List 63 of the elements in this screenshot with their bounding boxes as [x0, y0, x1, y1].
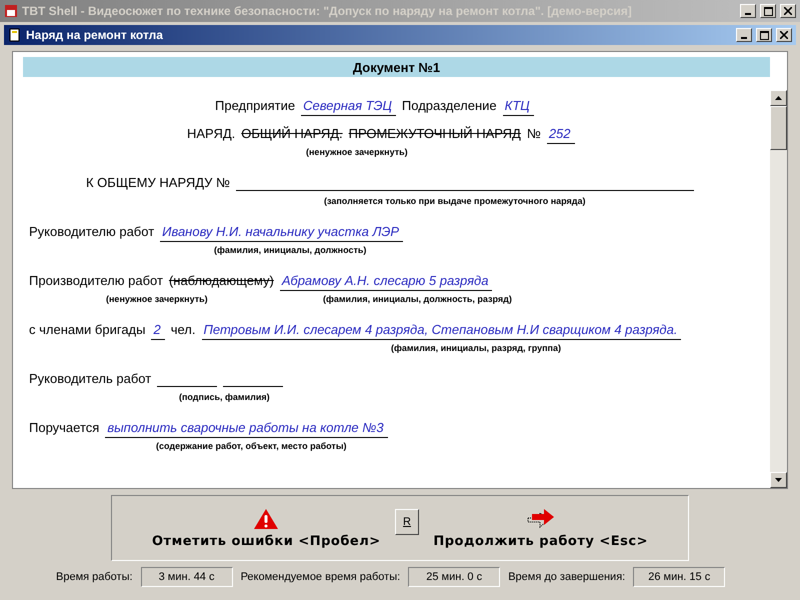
scroll-thumb[interactable] [770, 106, 787, 150]
document-title: Документ №1 [23, 57, 770, 77]
maximize-icon [764, 6, 772, 16]
warning-icon [253, 508, 280, 530]
field-hint: (содержание работ, объект, место работы) [156, 441, 347, 451]
status-value: 25 мин. 0 с [408, 567, 500, 587]
fill-in-line [157, 386, 218, 387]
status-label: Рекомендуемое время работы: [240, 571, 400, 583]
close-icon [784, 7, 792, 15]
filled-value: Петровым И.И. слесарем 4 разряда, Степановым Н.И сварщиком 4 разряда. [202, 322, 682, 340]
vertical-scrollbar[interactable] [770, 90, 787, 488]
field-hint: (фамилия, инициалы, должность) [214, 245, 366, 255]
status-value: 3 мин. 44 с [140, 567, 233, 587]
arrow-icon [526, 508, 556, 530]
child-window-title: Наряд на ремонт котла [26, 28, 164, 42]
struck-text: (наблюдающему) [168, 273, 274, 290]
form-label: Предприятие [215, 98, 296, 115]
form-label: Руководителю работ [29, 224, 154, 241]
form-label: чел. [170, 322, 196, 339]
field-hint: (фамилия, инициалы, разряд, группа) [391, 343, 561, 353]
minimize-button[interactable] [736, 28, 752, 42]
filled-value: КТЦ [502, 98, 534, 116]
r-button[interactable]: R [395, 509, 420, 535]
struck-text: ОБЩИЙ НАРЯД. [241, 126, 343, 143]
filled-value: Иванову Н.И. начальнику участка ЛЭР [160, 224, 404, 242]
mark-errors-button[interactable]: Отметить ошибки <Пробел> [152, 508, 381, 548]
maximize-icon [760, 30, 768, 40]
fill-in-line [223, 386, 284, 387]
document-icon [8, 28, 22, 42]
scroll-down-button[interactable] [770, 472, 787, 488]
minimize-button[interactable] [740, 4, 756, 18]
status-label: Время до завершения: [508, 571, 626, 583]
filled-value: 252 [546, 126, 575, 144]
filled-value: 2 [151, 322, 165, 340]
field-hint: (ненужное зачеркнуть) [106, 294, 208, 304]
form-label: Поручается [29, 420, 100, 437]
maximize-button[interactable] [760, 4, 776, 18]
filled-value: Абрамову А.Н. слесарю 5 разряда [280, 273, 492, 291]
up-arrow-icon [775, 96, 782, 100]
form-label: с членами бригады [29, 322, 146, 339]
form-label: К ОБЩЕМУ НАРЯДУ № [86, 175, 230, 192]
struck-text: ПРОМЕЖУТОЧНЫЙ НАРЯД [348, 126, 521, 143]
down-arrow-icon [775, 478, 782, 482]
form-label: Производителю работ [29, 273, 163, 290]
close-button[interactable] [776, 28, 792, 42]
field-hint: (заполняется только при выдаче промежуточного наряда) [324, 196, 586, 206]
status-label: Время работы: [56, 571, 133, 583]
close-icon [780, 31, 788, 39]
app-icon [4, 4, 18, 18]
form-label: Руководитель работ [29, 371, 152, 388]
field-hint: (ненужное зачеркнуть) [306, 147, 408, 157]
form-label: НАРЯД. [187, 126, 236, 143]
field-hint: (подпись, фамилия) [179, 392, 270, 402]
status-value: 26 мин. 15 с [633, 567, 726, 587]
maximize-button[interactable] [756, 28, 772, 42]
close-button[interactable] [780, 4, 796, 18]
continue-button[interactable]: Продолжить работу <Esc> [433, 508, 648, 548]
field-hint: (фамилия, инициалы, должность, разряд) [323, 294, 512, 304]
form-label: № [526, 126, 541, 143]
form-label: Подразделение [402, 98, 497, 115]
filled-value: Северная ТЭЦ [301, 98, 396, 116]
scroll-up-button[interactable] [770, 90, 787, 106]
filled-value: выполнить сварочные работы на котле №3 [105, 420, 388, 438]
